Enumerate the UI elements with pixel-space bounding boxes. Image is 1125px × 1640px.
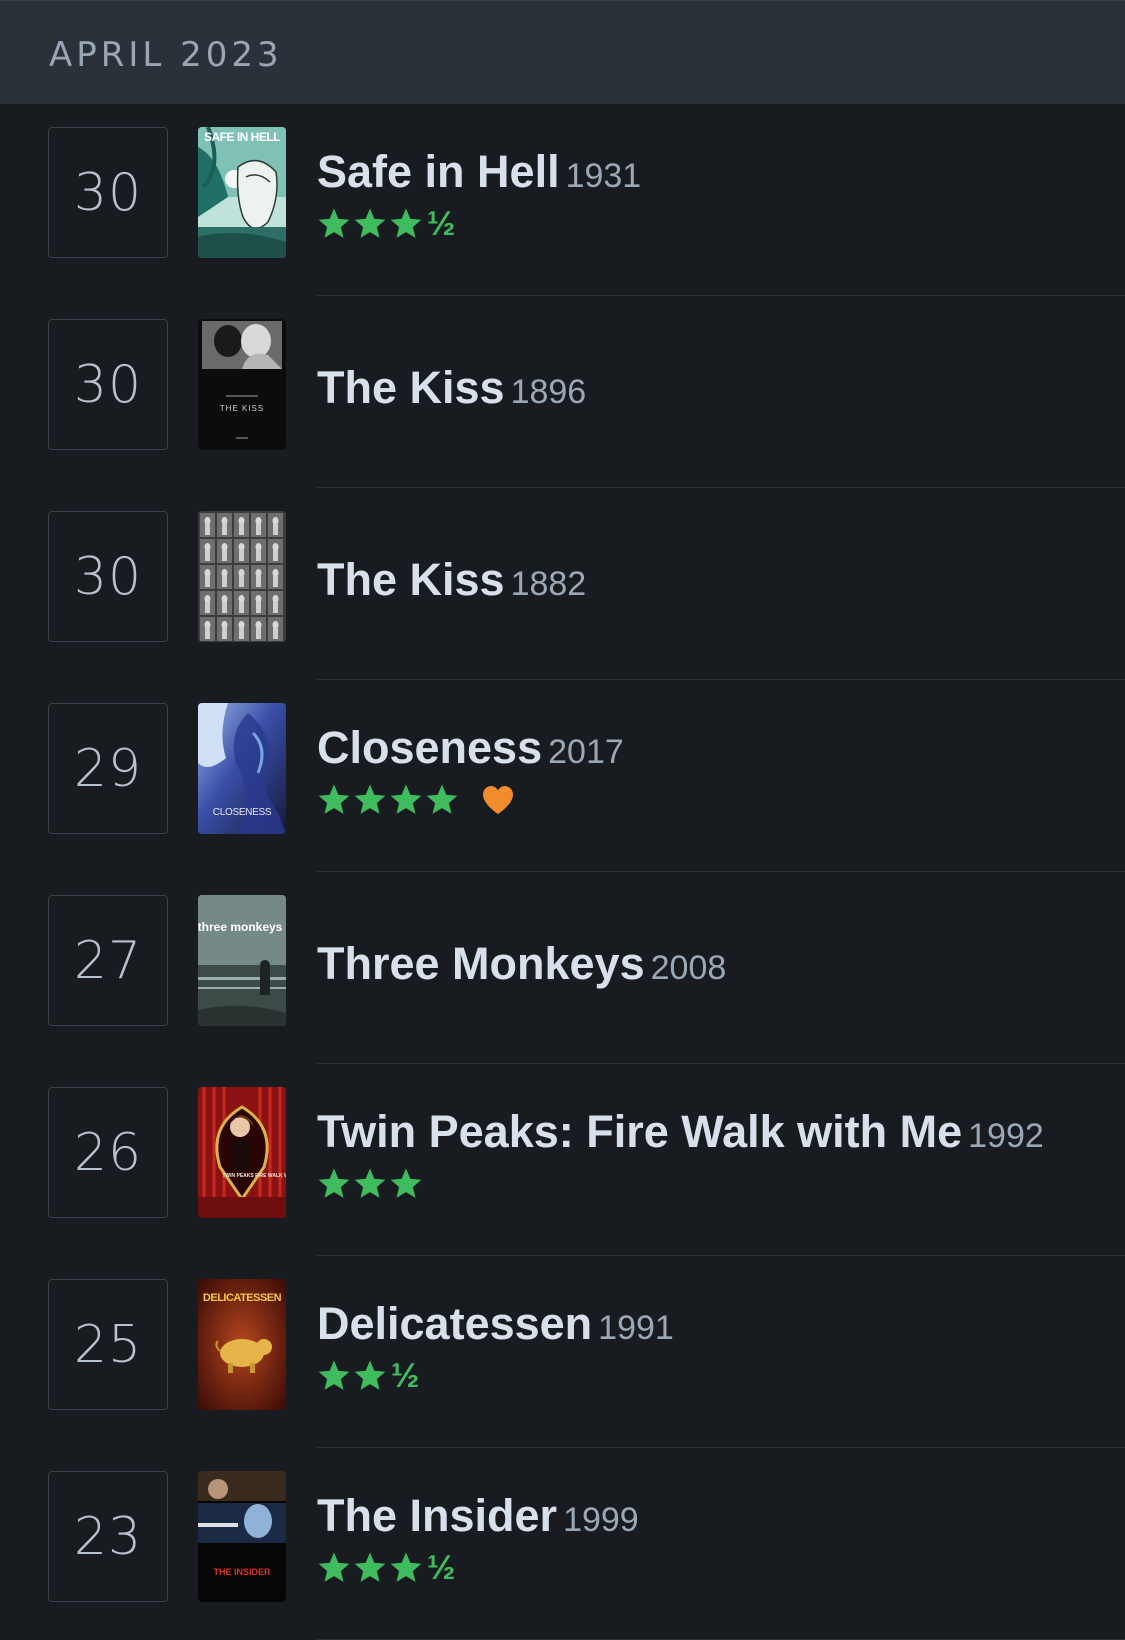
film-year[interactable]: 2017 — [548, 733, 624, 771]
diary-entry[interactable]: 23 THE INSIDER The Insider 1999 ½ — [0, 1448, 1125, 1640]
film-year[interactable]: 1882 — [511, 565, 587, 603]
film-title-line: Closeness 2017 — [317, 722, 624, 774]
star-icon — [318, 784, 350, 814]
film-year[interactable]: 1991 — [598, 1309, 674, 1347]
rating — [317, 780, 515, 820]
day-badge[interactable]: 26 — [48, 1087, 168, 1218]
star-icon — [354, 208, 386, 238]
heart-icon — [483, 786, 513, 814]
the-kiss-1882-poster[interactable] — [198, 511, 286, 642]
star-icon — [318, 1168, 350, 1198]
rating: ½ — [317, 1356, 419, 1396]
film-title[interactable]: Safe in Hell — [317, 146, 560, 197]
film-year[interactable]: 1896 — [511, 373, 587, 411]
star-icon — [390, 1552, 422, 1582]
diary-entry-list: 30 SAFE IN HELL Safe in Hell 1931 ½ 30 T… — [0, 104, 1125, 1640]
day-number: 30 — [73, 162, 143, 223]
day-number: 26 — [73, 1122, 143, 1183]
half-star: ½ — [427, 1549, 456, 1587]
diary-entry[interactable]: 27 three monkeys Three Monkeys 2008 — [0, 872, 1125, 1064]
film-title-line: Safe in Hell 1931 — [317, 146, 641, 198]
star-icon — [426, 784, 458, 814]
poster-text: THE INSIDER — [213, 1567, 271, 1577]
delicatessen-poster[interactable]: DELICATESSEN — [198, 1279, 286, 1410]
star-icon — [354, 784, 386, 814]
star-icon — [354, 1168, 386, 1198]
poster-text: CLOSENESS — [213, 807, 272, 818]
safe-in-hell-poster[interactable]: SAFE IN HELL — [198, 127, 286, 258]
star-icon — [390, 1168, 422, 1198]
star-icon — [354, 1360, 386, 1390]
closeness-poster[interactable]: CLOSENESS — [198, 703, 286, 834]
film-title-line: The Kiss 1882 — [317, 554, 586, 606]
day-badge[interactable]: 30 — [48, 127, 168, 258]
day-badge[interactable]: 29 — [48, 703, 168, 834]
day-badge[interactable]: 30 — [48, 511, 168, 642]
three-monkeys-poster[interactable]: three monkeys — [198, 895, 286, 1026]
poster-text: DELICATESSEN — [203, 1292, 282, 1304]
twin-peaks-poster[interactable]: TWIN PEAKS FIRE WALK WITH ME — [198, 1087, 286, 1218]
star-icon — [390, 784, 422, 814]
day-badge[interactable]: 23 — [48, 1471, 168, 1602]
star-icon — [318, 1552, 350, 1582]
rating: ½ — [317, 1548, 455, 1588]
film-title-line: Three Monkeys 2008 — [317, 938, 726, 990]
half-star: ½ — [391, 1357, 420, 1395]
film-year[interactable]: 1931 — [566, 157, 642, 195]
the-kiss-1896-poster[interactable]: THE KISS — [198, 319, 286, 450]
diary-entry[interactable]: 30 SAFE IN HELL Safe in Hell 1931 ½ — [0, 104, 1125, 296]
diary-entry[interactable]: 30 THE KISS The Kiss 1896 — [0, 296, 1125, 488]
film-title-line: The Kiss 1896 — [317, 362, 586, 414]
film-title[interactable]: Three Monkeys — [317, 938, 645, 989]
film-year[interactable]: 1992 — [968, 1117, 1044, 1155]
poster-text: SAFE IN HELL — [204, 130, 280, 144]
day-number: 29 — [73, 738, 143, 799]
film-year[interactable]: 2008 — [651, 949, 727, 987]
film-title-line: Delicatessen 1991 — [317, 1298, 674, 1350]
film-year[interactable]: 1999 — [563, 1501, 639, 1539]
diary-entry[interactable]: 29 CLOSENESS Closeness 2017 — [0, 680, 1125, 872]
film-title[interactable]: The Kiss — [317, 554, 505, 605]
day-badge[interactable]: 27 — [48, 895, 168, 1026]
film-title[interactable]: The Kiss — [317, 362, 505, 413]
film-title[interactable]: Delicatessen — [317, 1298, 592, 1349]
film-title[interactable]: The Insider — [317, 1490, 557, 1541]
star-icon — [318, 208, 350, 238]
film-title[interactable]: Twin Peaks: Fire Walk with Me — [317, 1106, 962, 1157]
day-number: 27 — [73, 930, 143, 991]
the-insider-poster[interactable]: THE INSIDER — [198, 1471, 286, 1602]
day-number: 30 — [73, 546, 143, 607]
day-number: 23 — [73, 1506, 143, 1567]
day-number: 30 — [73, 354, 143, 415]
day-badge[interactable]: 25 — [48, 1279, 168, 1410]
month-title: APRIL 2023 — [49, 35, 283, 75]
day-number: 25 — [73, 1314, 143, 1375]
diary-entry[interactable]: 26 TWIN PEAKS FIRE WALK WITH ME Twin Pea… — [0, 1064, 1125, 1256]
film-title[interactable]: Closeness — [317, 722, 542, 773]
poster-text: TWIN PEAKS FIRE WALK WITH ME — [222, 1173, 286, 1179]
day-badge[interactable]: 30 — [48, 319, 168, 450]
poster-text: three monkeys — [198, 920, 283, 934]
star-icon — [318, 1360, 350, 1390]
star-icon — [354, 1552, 386, 1582]
half-star: ½ — [427, 205, 456, 243]
rating — [317, 1164, 425, 1204]
diary-entry[interactable]: 30 The Kiss 1882 — [0, 488, 1125, 680]
star-icon — [390, 208, 422, 238]
film-title-line: Twin Peaks: Fire Walk with Me 1992 — [317, 1106, 1044, 1158]
diary-entry[interactable]: 25 DELICATESSEN Delicatessen 1991 ½ — [0, 1256, 1125, 1448]
rating: ½ — [317, 204, 455, 244]
film-title-line: The Insider 1999 — [317, 1490, 639, 1542]
month-header: APRIL 2023 — [0, 0, 1125, 104]
poster-text: THE KISS — [220, 404, 264, 413]
